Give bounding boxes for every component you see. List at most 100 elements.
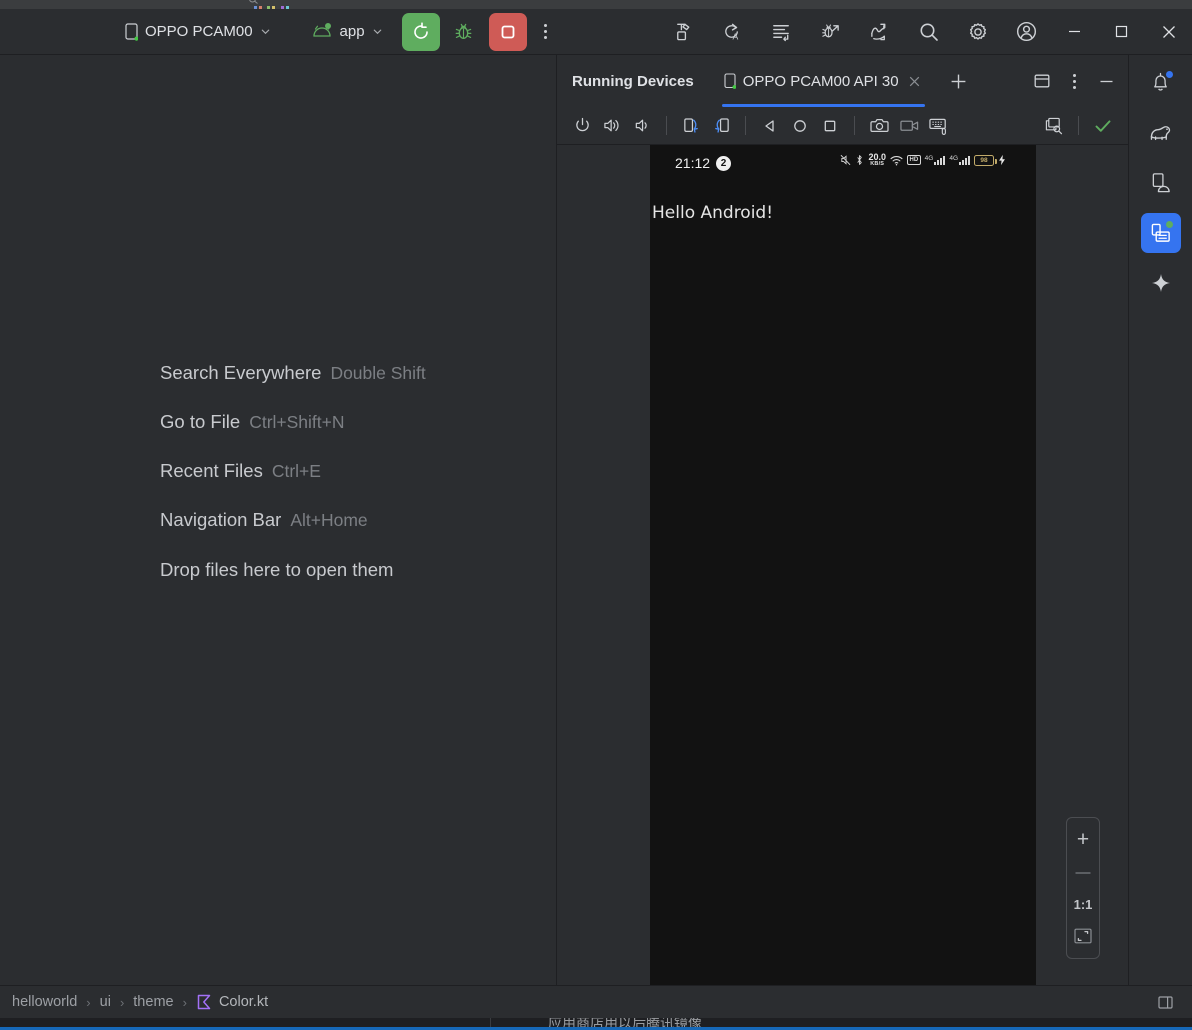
search-button[interactable] <box>904 11 953 53</box>
debug-button[interactable] <box>447 13 481 51</box>
breadcrumb-item-helloworld[interactable]: helloworld <box>12 994 77 1010</box>
breadcrumb-item-theme[interactable]: theme <box>133 994 173 1010</box>
kebab-icon <box>1072 73 1076 89</box>
volume-up-button[interactable] <box>597 111 627 141</box>
hint-row[interactable]: Navigation Bar Alt+Home <box>160 509 426 558</box>
debug-attach-button[interactable] <box>806 11 855 53</box>
volume-down-button[interactable] <box>627 111 657 141</box>
overview-button[interactable] <box>815 111 845 141</box>
hint-row[interactable]: Go to File Ctrl+Shift+N <box>160 411 426 460</box>
account-button[interactable] <box>1002 11 1051 53</box>
layout-inspector-button[interactable] <box>1039 111 1069 141</box>
power-button[interactable] <box>567 111 597 141</box>
network-speed-unit: KB/S <box>870 161 885 167</box>
network-speed-icon: 20.0 KB/S <box>868 153 886 168</box>
hint-action: Search Everywhere <box>160 362 322 383</box>
toolbar-divider <box>745 116 746 135</box>
fit-screen-icon <box>1074 928 1092 943</box>
editor-area[interactable]: Search Everywhere Double Shift Go to Fil… <box>0 55 556 985</box>
status-bar: helloworld › ui › theme › Color.kt <box>0 985 1192 1018</box>
video-camera-icon <box>899 120 918 131</box>
hint-row[interactable]: Recent Files Ctrl+E <box>160 460 426 509</box>
panel-options-button[interactable] <box>1058 66 1090 96</box>
toolbar-divider <box>854 116 855 135</box>
code-refactor-button[interactable]: A <box>708 11 757 53</box>
run-configuration-selector[interactable]: app <box>304 18 390 46</box>
close-icon <box>1162 25 1175 38</box>
gemini-button[interactable] <box>1141 263 1181 303</box>
kebab-icon <box>544 24 548 39</box>
stop-square-icon <box>501 25 514 38</box>
device-selector-label: OPPO PCAM00 <box>145 23 253 40</box>
run-configuration-label: app <box>339 23 365 40</box>
signal-icon: 4G <box>949 155 970 165</box>
profiler-button[interactable] <box>855 11 904 53</box>
rotate-left-icon <box>683 118 698 133</box>
battery-level: 98 <box>980 156 988 164</box>
breadcrumb-item-ui[interactable]: ui <box>100 994 111 1010</box>
back-button[interactable] <box>755 111 785 141</box>
hint-row[interactable]: Search Everywhere Double Shift <box>160 362 426 411</box>
stop-button[interactable] <box>488 12 527 51</box>
home-circle-icon <box>794 119 806 132</box>
status-ok-indicator <box>1088 111 1118 141</box>
notifications-button[interactable] <box>1141 63 1181 103</box>
home-button[interactable] <box>785 111 815 141</box>
panel-title: Running Devices <box>572 72 694 90</box>
profiler-icon <box>871 23 886 41</box>
rerun-icon <box>413 21 428 39</box>
screen-record-button[interactable] <box>894 111 924 141</box>
zoom-in-button[interactable]: + <box>1067 823 1099 856</box>
back-triangle-icon <box>765 119 774 132</box>
device-tab[interactable]: OPPO PCAM00 API 30 <box>721 55 925 107</box>
minimize-button[interactable] <box>1051 9 1098 55</box>
hint-shortcut: Ctrl+Shift+N <box>249 412 345 432</box>
rotate-left-button[interactable] <box>676 111 706 141</box>
close-button[interactable] <box>1145 9 1192 55</box>
fit-to-screen-button[interactable] <box>1067 919 1099 952</box>
device-screen[interactable]: 21:12 2 20.0 KB/S HD 4G 4G 98 Hello Andr… <box>650 145 1036 985</box>
device-selector[interactable]: OPPO PCAM00 <box>118 18 278 46</box>
zoom-out-button[interactable]: — <box>1067 856 1099 889</box>
breadcrumb-file-label: Color.kt <box>218 994 269 1010</box>
device-manager-button[interactable] <box>1141 163 1181 203</box>
maximize-icon <box>1115 25 1128 38</box>
hide-panel-button[interactable] <box>1090 66 1122 96</box>
rotate-right-icon <box>714 118 729 133</box>
signal-label: 4G <box>924 154 934 162</box>
phone-icon <box>724 73 736 89</box>
volume-down-icon <box>635 119 647 132</box>
device-clock-group: 21:12 2 <box>675 155 732 171</box>
build-button[interactable] <box>659 11 708 53</box>
layout-toggle-button[interactable] <box>1152 990 1178 1014</box>
minimize-icon <box>1069 30 1080 33</box>
add-device-tab-button[interactable] <box>945 67 973 95</box>
keyboard-icon <box>929 118 946 135</box>
account-icon <box>1016 21 1037 42</box>
format-code-button[interactable] <box>757 11 806 53</box>
screenshot-button[interactable] <box>864 111 894 141</box>
bug-icon <box>455 23 472 40</box>
more-options-button[interactable] <box>531 15 561 49</box>
plus-icon <box>951 74 966 88</box>
device-mirror-area[interactable]: 21:12 2 20.0 KB/S HD 4G 4G 98 Hello Andr… <box>557 145 1128 985</box>
rotate-right-button[interactable] <box>706 111 736 141</box>
gradle-button[interactable] <box>1141 113 1181 153</box>
running-devices-button[interactable] <box>1140 213 1181 253</box>
settings-button[interactable] <box>953 11 1002 53</box>
sparkle-icon <box>1151 274 1170 292</box>
drop-files-hint: Drop files here to open them <box>160 559 394 580</box>
notification-count-badge: 2 <box>716 155 732 171</box>
breadcrumb-separator: › <box>119 994 125 1010</box>
device-tab-close-button[interactable] <box>906 73 923 90</box>
signal-icon: 4G <box>924 154 946 165</box>
split-window-button[interactable] <box>1026 66 1058 96</box>
charging-bolt-icon <box>999 155 1005 166</box>
actual-size-button[interactable]: 1:1 <box>1067 889 1099 919</box>
run-button[interactable] <box>401 12 440 51</box>
device-manager-icon <box>1152 173 1170 193</box>
breadcrumb-item-file[interactable]: Color.kt <box>196 994 268 1010</box>
hardware-input-button[interactable] <box>924 111 954 141</box>
maximize-button[interactable] <box>1098 9 1145 55</box>
bluetooth-icon <box>857 155 863 166</box>
